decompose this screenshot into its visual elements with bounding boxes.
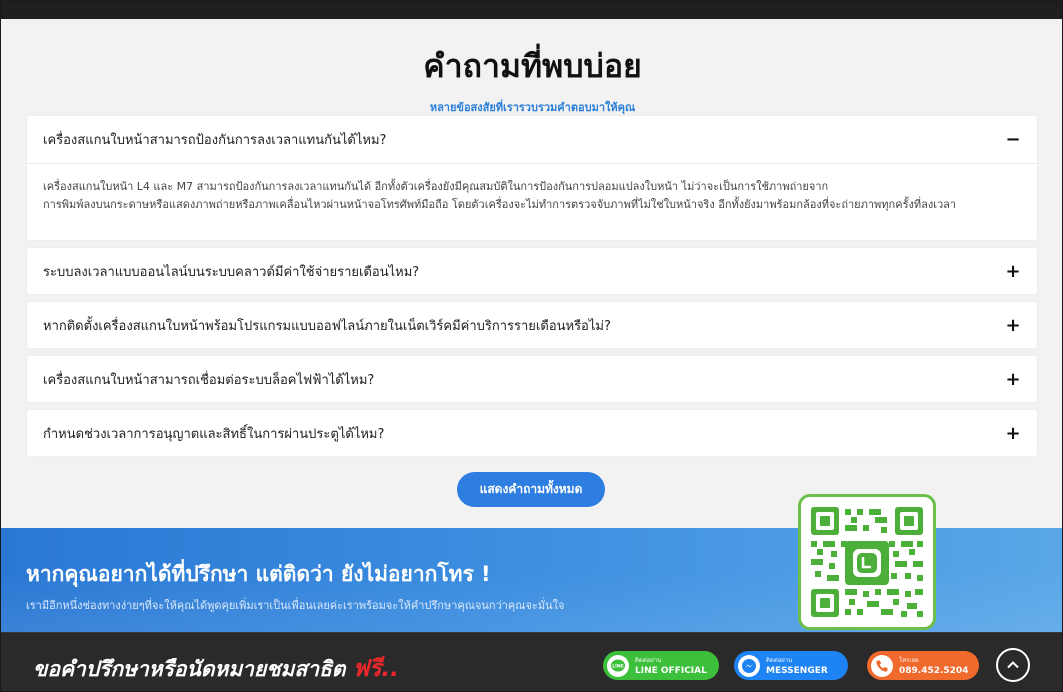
faq-answer-line: เครื่องสแกนใบหน้า L4 และ M7 สามารถป้องกั… — [43, 180, 829, 193]
faq-question: หากติดตั้งเครื่องสแกนใบหน้าพร้อมโปรแกรมแ… — [43, 318, 611, 334]
faq-question: กำหนดช่วงเวลาการอนุญาตและสิทธิ์ในการผ่าน… — [43, 426, 385, 442]
line-big-label: LINE OFFICIAL — [635, 665, 707, 676]
faq-item: เครื่องสแกนใบหน้าสามารถเชื่อมต่อระบบล็อค… — [27, 356, 1037, 402]
line-qr-code-icon[interactable] — [798, 494, 936, 630]
faq-question-row[interactable]: เครื่องสแกนใบหน้าสามารถป้องกันการลงเวลาแ… — [27, 116, 1037, 164]
faq-question-row[interactable]: เครื่องสแกนใบหน้าสามารถเชื่อมต่อระบบล็อค… — [27, 356, 1037, 402]
svg-text:LINE: LINE — [612, 663, 623, 669]
messenger-button[interactable]: ติดต่อผ่าน MESSENGER — [734, 651, 848, 680]
faq-question: เครื่องสแกนใบหน้าสามารถป้องกันการลงเวลาแ… — [43, 133, 387, 148]
phone-number: 089.452.5204 — [899, 665, 969, 676]
cta-text: ขอคำปรึกษาหรือนัดหมายชมสาธิต ฟรี.. — [33, 651, 399, 687]
page: คำถามที่พบบ่อย หลายข้อสงสัยที่เรารวบรวมค… — [0, 0, 1063, 692]
expand-icon[interactable]: + — [1005, 315, 1021, 336]
phone-icon — [871, 654, 893, 677]
expand-icon[interactable]: + — [1005, 261, 1021, 282]
scroll-to-top-button[interactable] — [996, 648, 1030, 682]
phone-small-label: โทรเลย — [899, 656, 919, 664]
faq-answer-line: การพิมพ์ลงบนกระดาษหรือแสดงภาพถ่ายหรือภาพ… — [43, 198, 957, 211]
line-icon: LINE — [607, 654, 629, 677]
expand-icon[interactable]: + — [1005, 423, 1021, 444]
faq-answer: เครื่องสแกนใบหน้า L4 และ M7 สามารถป้องกั… — [27, 164, 1037, 240]
chevron-up-icon — [1007, 661, 1019, 669]
expand-icon[interactable]: + — [1005, 369, 1021, 390]
faq-item: กำหนดช่วงเวลาการอนุญาตและสิทธิ์ในการผ่าน… — [27, 410, 1037, 456]
bottom-contact-bar: ขอคำปรึกษาหรือนัดหมายชมสาธิต ฟรี.. LINE … — [1, 632, 1062, 691]
faq-item: หากติดตั้งเครื่องสแกนใบหน้าพร้อมโปรแกรมแ… — [27, 302, 1037, 348]
messenger-small-label: ติดต่อผ่าน — [766, 656, 793, 664]
line-small-label: ติดต่อผ่าน — [635, 656, 662, 664]
top-bar — [1, 1, 1062, 19]
contact-title: หากคุณอยากได้ที่ปรึกษา แต่ติดว่า ยังไม่อ… — [26, 562, 491, 586]
qr-code-graphic — [809, 505, 925, 619]
faq-question-row[interactable]: หากติดตั้งเครื่องสแกนใบหน้าพร้อมโปรแกรมแ… — [27, 302, 1037, 348]
cta-label: ขอคำปรึกษาหรือนัดหมายชมสาธิต — [33, 657, 346, 681]
line-official-button[interactable]: LINE ติดต่อผ่าน LINE OFFICIAL — [603, 651, 719, 680]
faq-list: เครื่องสแกนใบหน้าสามารถป้องกันการลงเวลาแ… — [27, 116, 1037, 464]
faq-question-row[interactable]: กำหนดช่วงเวลาการอนุญาตและสิทธิ์ในการผ่าน… — [27, 410, 1037, 456]
collapse-icon[interactable]: − — [1005, 129, 1021, 150]
contact-subtitle: เรามีอีกหนึ่งช่องทางง่ายๆที่จะให้คุณได้พ… — [26, 599, 565, 612]
messenger-big-label: MESSENGER — [766, 665, 828, 676]
messenger-icon — [738, 654, 760, 677]
cta-free-label: ฟรี.. — [352, 656, 399, 682]
faq-title: คำถามที่พบบ่อย — [423, 47, 642, 85]
faq-item: ระบบลงเวลาแบบออนไลน์บนระบบคลาวด์มีค่าใช้… — [27, 248, 1037, 294]
phone-call-button[interactable]: โทรเลย 089.452.5204 — [867, 651, 979, 680]
show-all-questions-button[interactable]: แสดงคำถามทั้งหมด — [457, 472, 605, 507]
faq-question-row[interactable]: ระบบลงเวลาแบบออนไลน์บนระบบคลาวด์มีค่าใช้… — [27, 248, 1037, 294]
faq-question: เครื่องสแกนใบหน้าสามารถเชื่อมต่อระบบล็อค… — [43, 372, 375, 388]
faq-header: คำถามที่พบบ่อย หลายข้อสงสัยที่เรารวบรวมค… — [1, 41, 1062, 116]
faq-subtitle: หลายข้อสงสัยที่เรารวบรวมคำตอบมาให้คุณ — [429, 101, 636, 114]
faq-item: เครื่องสแกนใบหน้าสามารถป้องกันการลงเวลาแ… — [27, 116, 1037, 240]
faq-question: ระบบลงเวลาแบบออนไลน์บนระบบคลาวด์มีค่าใช้… — [43, 264, 420, 280]
